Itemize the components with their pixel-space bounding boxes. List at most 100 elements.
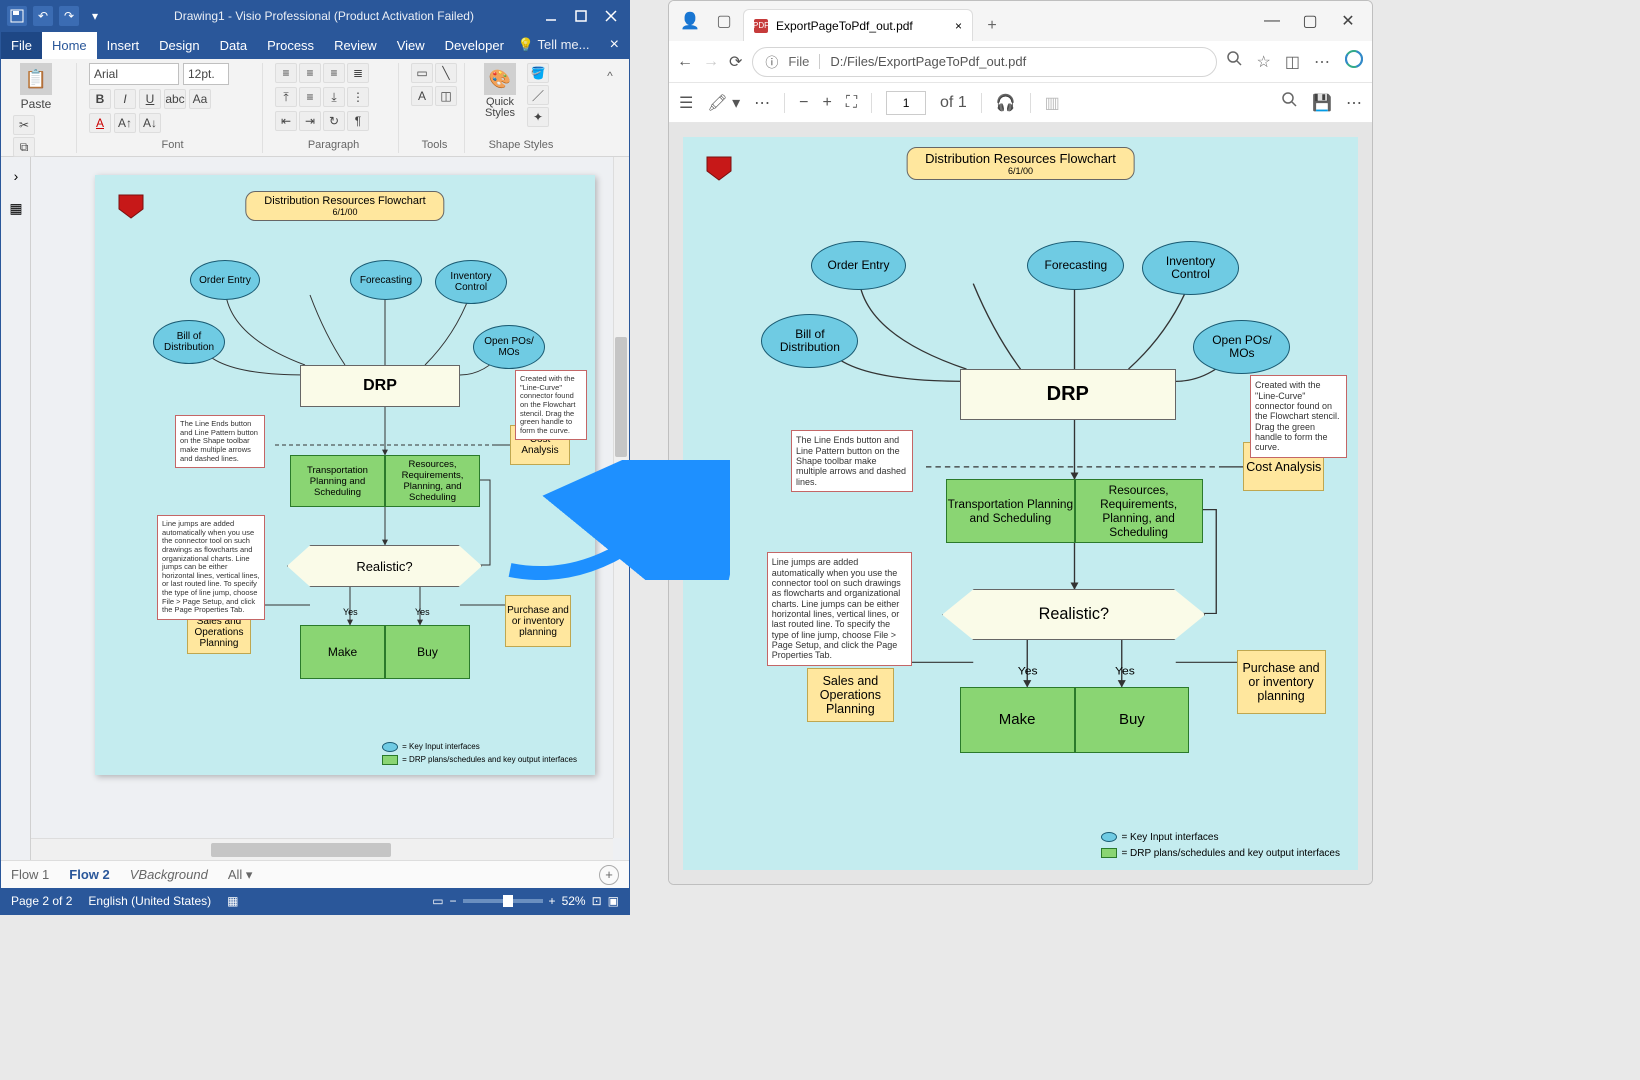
- shapes-tool-icon[interactable]: ▦: [5, 197, 27, 219]
- address-bar[interactable]: ⓘ File D:/Files/ExportPageToPdf_out.pdf: [752, 47, 1216, 77]
- line-button[interactable]: ／: [527, 85, 549, 105]
- node-orderentry[interactable]: Order Entry: [190, 260, 260, 300]
- close-icon[interactable]: [597, 5, 625, 27]
- fill-button[interactable]: 🪣: [527, 63, 549, 83]
- font-color-button[interactable]: A: [89, 113, 111, 133]
- highlight-icon[interactable]: 🖍 ▾: [707, 93, 740, 113]
- align-right-button[interactable]: ≡: [323, 63, 345, 83]
- qat-save-icon[interactable]: [7, 6, 27, 26]
- node-forecasting[interactable]: Forecasting: [350, 260, 422, 300]
- font-grow-button[interactable]: A↑: [114, 113, 136, 133]
- qat-dropdown-icon[interactable]: ▾: [85, 6, 105, 26]
- more-tools-icon[interactable]: ⋯: [754, 93, 770, 113]
- node-buy[interactable]: Buy: [1075, 687, 1190, 753]
- search-icon[interactable]: [1227, 51, 1243, 72]
- zoom-out-pdf-button[interactable]: −: [799, 94, 808, 112]
- horizontal-scrollbar[interactable]: [31, 838, 613, 860]
- page-tab-all[interactable]: All ▾: [228, 867, 253, 883]
- page-input[interactable]: [886, 91, 926, 115]
- browser-maximize-icon[interactable]: ▢: [1292, 7, 1328, 35]
- zoom-slider[interactable]: [463, 899, 543, 903]
- page-tab-flow2[interactable]: Flow 2: [69, 867, 109, 882]
- node-inventory[interactable]: Inventory Control: [435, 260, 507, 304]
- node-openpos[interactable]: Open POs/ MOs: [473, 325, 545, 369]
- node-drp[interactable]: DRP: [960, 369, 1176, 420]
- tab-process[interactable]: Process: [257, 32, 324, 59]
- paste-button[interactable]: 📋 Paste: [13, 63, 59, 111]
- node-orderentry[interactable]: Order Entry: [811, 241, 906, 290]
- page-view-icon[interactable]: ▥: [1045, 93, 1060, 113]
- bold-button[interactable]: B: [89, 89, 111, 109]
- node-forecasting[interactable]: Forecasting: [1027, 241, 1124, 290]
- tab-design[interactable]: Design: [149, 32, 209, 59]
- tab-view[interactable]: View: [387, 32, 435, 59]
- tab-data[interactable]: Data: [210, 32, 257, 59]
- minimize-icon[interactable]: [537, 5, 565, 27]
- site-info-icon[interactable]: ⓘ: [765, 52, 778, 71]
- node-res[interactable]: Resources, Requirements, Planning, and S…: [1075, 479, 1203, 543]
- qat-undo-icon[interactable]: ↶: [33, 6, 53, 26]
- align-left-button[interactable]: ≡: [275, 63, 297, 83]
- profile-icon[interactable]: 👤: [675, 6, 705, 36]
- presentation-icon[interactable]: ▭: [432, 894, 443, 908]
- ribbon-collapse-icon[interactable]: ^: [597, 63, 623, 89]
- tab-file[interactable]: File: [1, 32, 42, 59]
- forward-button[interactable]: →: [703, 53, 719, 71]
- para-mark-button[interactable]: ¶: [347, 111, 369, 131]
- reload-button[interactable]: ⟳: [729, 52, 742, 72]
- quick-styles-button[interactable]: 🎨 Quick Styles: [477, 63, 523, 119]
- font-size-input[interactable]: 12pt.: [183, 63, 229, 85]
- cut-button[interactable]: ✂: [13, 115, 35, 135]
- page-tab-flow1[interactable]: Flow 1: [11, 867, 49, 882]
- indent-inc-button[interactable]: ⇥: [299, 111, 321, 131]
- zoom-level[interactable]: 52%: [562, 894, 586, 908]
- strike-button[interactable]: abc: [164, 89, 186, 109]
- font-shrink-button[interactable]: A↓: [139, 113, 161, 133]
- tell-me[interactable]: 💡 Tell me...: [518, 37, 590, 53]
- node-res[interactable]: Resources, Requirements, Planning, and S…: [385, 455, 480, 507]
- save-pdf-icon[interactable]: 💾: [1312, 93, 1332, 113]
- effects-button[interactable]: ✦: [527, 107, 549, 127]
- valign-bot-button[interactable]: ⤓: [323, 87, 345, 107]
- browser-minimize-icon[interactable]: —: [1254, 7, 1290, 35]
- ribbon-close-icon[interactable]: ×: [600, 36, 629, 54]
- subscript-button[interactable]: Aa: [189, 89, 211, 109]
- node-buy[interactable]: Buy: [385, 625, 470, 679]
- page-tab-vbackground[interactable]: VBackground: [130, 867, 208, 882]
- zoom-out-button[interactable]: −: [450, 894, 457, 908]
- qat-redo-icon[interactable]: ↷: [59, 6, 79, 26]
- font-name-input[interactable]: Arial: [89, 63, 179, 85]
- node-make[interactable]: Make: [300, 625, 385, 679]
- copilot-icon[interactable]: [1344, 49, 1364, 74]
- node-purchase[interactable]: Purchase and or inventory planning: [1237, 650, 1326, 714]
- contents-icon[interactable]: ☰: [679, 93, 693, 113]
- text-tool-button[interactable]: A: [411, 86, 433, 106]
- read-aloud-icon[interactable]: 🎧: [996, 93, 1016, 113]
- node-trans[interactable]: Transportation Planning and Scheduling: [946, 479, 1074, 543]
- node-billdist[interactable]: Bill of Distribution: [761, 314, 858, 368]
- italic-button[interactable]: I: [114, 89, 136, 109]
- tab-close-icon[interactable]: ×: [955, 19, 962, 33]
- align-justify-button[interactable]: ≣: [347, 63, 369, 83]
- zoom-in-button[interactable]: +: [549, 894, 556, 908]
- node-openpos[interactable]: Open POs/ MOs: [1193, 320, 1290, 374]
- node-trans[interactable]: Transportation Planning and Scheduling: [290, 455, 385, 507]
- zoom-in-pdf-button[interactable]: +: [822, 94, 831, 112]
- favorite-icon[interactable]: ☆: [1257, 52, 1271, 72]
- rotate-button[interactable]: ↻: [323, 111, 345, 131]
- add-page-button[interactable]: +: [599, 865, 619, 885]
- tab-review[interactable]: Review: [324, 32, 387, 59]
- node-drp[interactable]: DRP: [300, 365, 460, 407]
- align-center-button[interactable]: ≡: [299, 63, 321, 83]
- copy-button[interactable]: ⧉: [13, 137, 35, 157]
- node-purchase[interactable]: Purchase and or inventory planning: [505, 595, 571, 647]
- tab-home[interactable]: Home: [42, 32, 97, 59]
- valign-mid-button[interactable]: ≡: [299, 87, 321, 107]
- fit-window-icon[interactable]: ⊡: [592, 894, 602, 908]
- browser-close-icon[interactable]: ✕: [1330, 7, 1366, 35]
- tab-insert[interactable]: Insert: [97, 32, 150, 59]
- new-tab-button[interactable]: +: [977, 11, 1007, 41]
- node-inventory[interactable]: Inventory Control: [1142, 241, 1239, 295]
- bullets-button[interactable]: ⋮: [347, 87, 369, 107]
- node-make[interactable]: Make: [960, 687, 1075, 753]
